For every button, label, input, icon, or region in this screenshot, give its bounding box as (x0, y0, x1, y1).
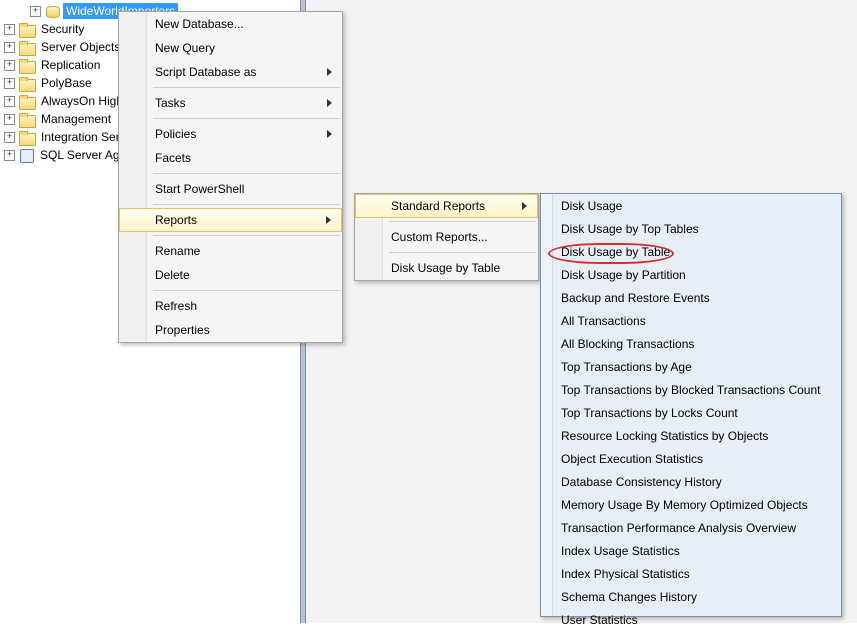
submenu-reports: Standard Reports Custom Reports... Disk Us… (354, 193, 539, 281)
menu-separator (153, 235, 340, 236)
submenu-standard-reports: Disk UsageDisk Usage by Top TablesDisk U… (540, 193, 842, 617)
folder-icon (19, 95, 34, 108)
expander-icon[interactable]: + (4, 132, 15, 143)
menu-item[interactable]: New Database... (119, 12, 342, 36)
tree-node-label: AlwaysOn High (38, 93, 126, 109)
tree-node-label: SQL Server Age (37, 147, 129, 163)
tree-node-label: Integration Ser (38, 129, 123, 145)
menu-item[interactable]: User Statistics (541, 608, 841, 631)
menu-item[interactable]: Disk Usage by Top Tables (541, 217, 841, 240)
menu-item[interactable]: Top Transactions by Age (541, 355, 841, 378)
menu-item[interactable]: Delete (119, 263, 342, 287)
menu-item[interactable]: Object Execution Statistics (541, 447, 841, 470)
menu-item[interactable]: Memory Usage By Memory Optimized Objects (541, 493, 841, 516)
menu-item[interactable]: Standard Reports (355, 194, 538, 218)
menu-item[interactable]: Refresh (119, 294, 342, 318)
menu-item[interactable]: Disk Usage by Table (355, 256, 538, 280)
menu-separator (153, 173, 340, 174)
menu-item[interactable]: Start PowerShell (119, 177, 342, 201)
expander-icon[interactable]: + (4, 24, 15, 35)
menu-separator (153, 118, 340, 119)
menu-separator (389, 252, 536, 253)
tree-node-label: Replication (38, 57, 103, 73)
menu-item[interactable]: Disk Usage (541, 194, 841, 217)
tree-node-label: PolyBase (38, 75, 95, 91)
menu-separator (389, 221, 536, 222)
expander-icon[interactable]: + (4, 78, 15, 89)
menu-item[interactable]: Disk Usage by Table (541, 240, 841, 263)
menu-item[interactable]: Schema Changes History (541, 585, 841, 608)
menu-item[interactable]: Backup and Restore Events (541, 286, 841, 309)
menu-item[interactable]: Top Transactions by Locks Count (541, 401, 841, 424)
menu-separator (153, 204, 340, 205)
menu-item[interactable]: Script Database as (119, 60, 342, 84)
folder-icon (19, 41, 34, 54)
menu-item[interactable]: Resource Locking Statistics by Objects (541, 424, 841, 447)
database-icon (45, 4, 59, 18)
menu-item[interactable]: All Blocking Transactions (541, 332, 841, 355)
menu-item[interactable]: Properties (119, 318, 342, 342)
menu-item[interactable]: Custom Reports... (355, 225, 538, 249)
expander-icon[interactable]: + (4, 60, 15, 71)
menu-item[interactable]: Disk Usage by Partition (541, 263, 841, 286)
menu-item[interactable]: Transaction Performance Analysis Overvie… (541, 516, 841, 539)
menu-separator (153, 290, 340, 291)
menu-item[interactable]: Reports (119, 208, 342, 232)
menu-item[interactable]: All Transactions (541, 309, 841, 332)
menu-item[interactable]: New Query (119, 36, 342, 60)
expander-icon[interactable]: + (4, 42, 15, 53)
folder-icon (19, 77, 34, 90)
folder-icon (19, 131, 34, 144)
agent-icon (19, 148, 33, 162)
expander-icon[interactable]: + (4, 96, 15, 107)
tree-node-label: Server Objects (38, 39, 123, 55)
expander-icon[interactable]: + (30, 6, 41, 17)
folder-icon (19, 59, 34, 72)
folder-icon (19, 113, 34, 126)
context-menu-database: New Database...New QueryScript Database … (118, 11, 343, 343)
expander-icon[interactable]: + (4, 150, 15, 161)
menu-separator (153, 87, 340, 88)
tree-node-label: Security (38, 21, 87, 37)
menu-item[interactable]: Index Physical Statistics (541, 562, 841, 585)
expander-icon[interactable]: + (4, 114, 15, 125)
menu-item[interactable]: Policies (119, 122, 342, 146)
menu-item[interactable]: Facets (119, 146, 342, 170)
menu-item[interactable]: Rename (119, 239, 342, 263)
menu-item[interactable]: Top Transactions by Blocked Transactions… (541, 378, 841, 401)
menu-item[interactable]: Tasks (119, 91, 342, 115)
menu-item[interactable]: Database Consistency History (541, 470, 841, 493)
menu-item[interactable]: Index Usage Statistics (541, 539, 841, 562)
folder-icon (19, 23, 34, 36)
tree-node-label: Management (38, 111, 114, 127)
